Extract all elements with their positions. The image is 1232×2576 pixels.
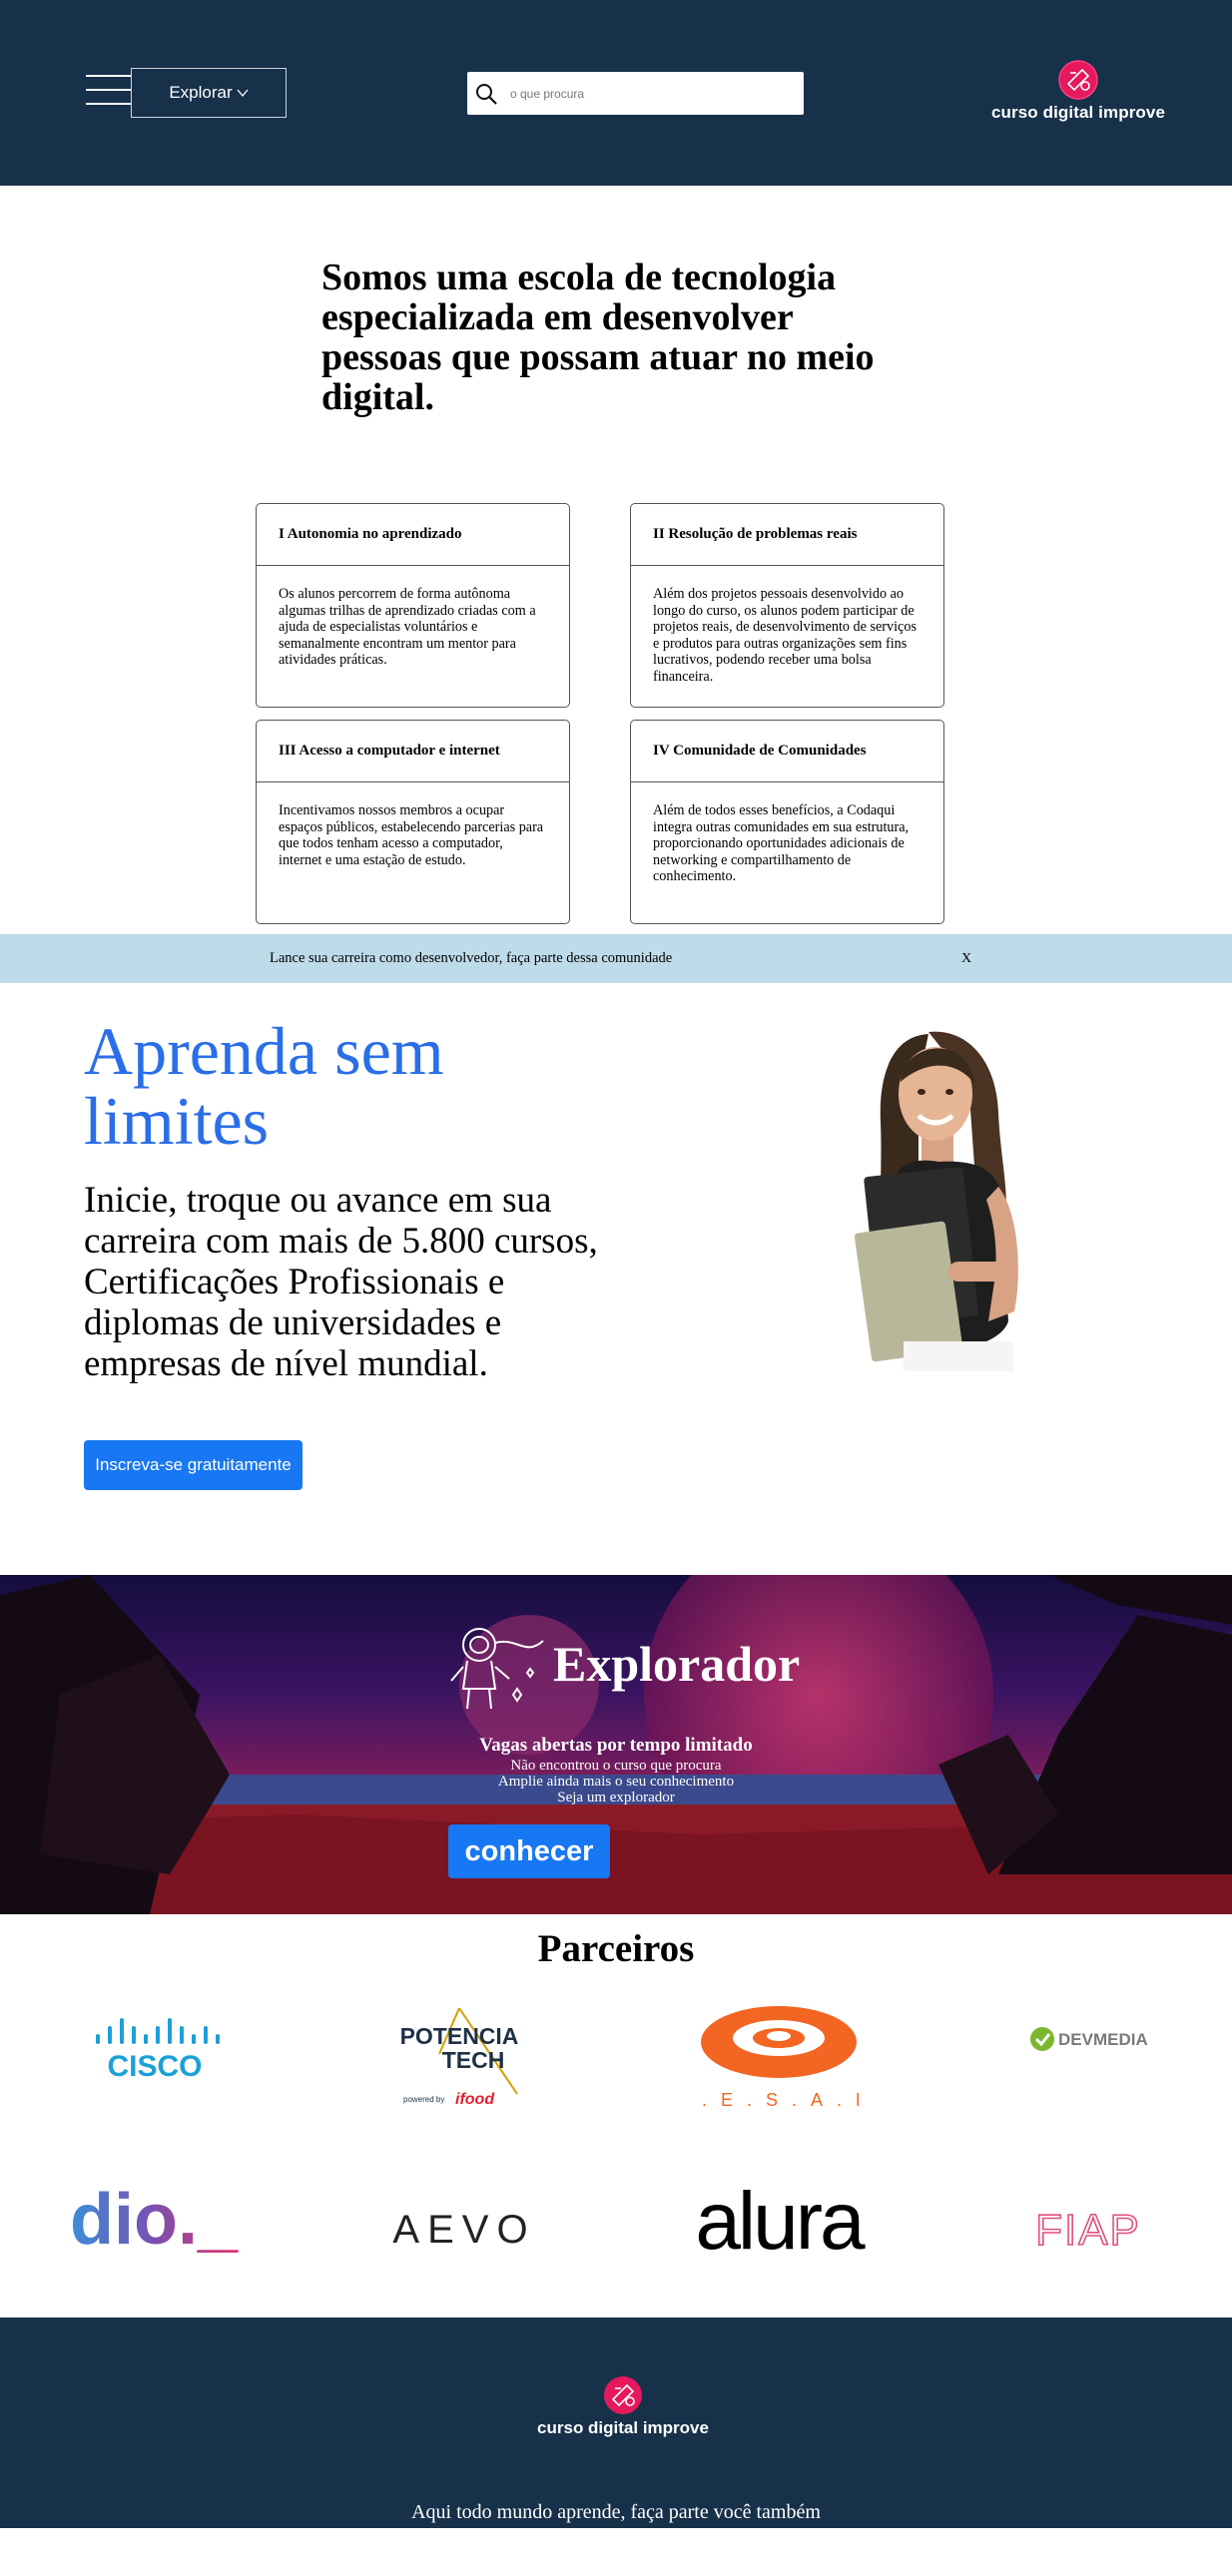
partner-fiap-text: FIAP (1035, 2206, 1141, 2255)
feature-card-acesso: III Acesso a computador e internet Incen… (256, 720, 570, 924)
partner-potencia-brand: ifood (455, 2091, 495, 2108)
cesar-logo-icon: C.E.S.A.R (699, 2006, 859, 2110)
partner-potencia-powered: powered by (403, 2095, 444, 2104)
partner-alura-text: alura (695, 2179, 866, 2267)
feature-card-body: Além dos projetos pessoais desenvolvido … (653, 586, 917, 685)
partner-logo-cesar[interactable]: C.E.S.A.R (699, 1994, 859, 2114)
partner-dio-text: dio._ (70, 2184, 239, 2260)
feature-card-title: III Acesso a computador e internet (257, 721, 569, 782)
explorador-headline: Vagas abertas por tempo limitado (479, 1735, 753, 1756)
explorador-title: Explorador (553, 1636, 801, 1692)
partner-logo-aevo[interactable]: AEVO (384, 2199, 544, 2259)
site-footer: curso digital improve Aqui todo mundo ap… (0, 2318, 1232, 2528)
alura-logo-icon: alura (695, 2179, 869, 2267)
feature-card-body: Incentivamos nossos membros a ocupar esp… (279, 802, 544, 868)
partner-logo-dio[interactable]: dio._ (70, 2184, 245, 2264)
feature-card-resolucao: II Resolução de problemas reais Além dos… (630, 503, 944, 708)
site-header: Explorar curso digital improve (0, 0, 1232, 186)
feature-card-body: Os alunos percorrem de forma autônoma al… (279, 586, 536, 668)
aevo-logo-icon: AEVO (392, 2208, 535, 2252)
feature-card-comunidade: IV Comunidade de Comunidades Além de tod… (630, 720, 944, 924)
partner-logo-alura[interactable]: alura (689, 2179, 869, 2269)
brand-logo[interactable]: curso digital improve (978, 58, 1178, 128)
feature-card-title: II Resolução de problemas reais (631, 504, 943, 566)
potencia-tech-logo-icon: POTENCIA TECH powered by ifood (400, 2007, 519, 2108)
feature-card-autonomia: I Autonomia no aprendizado Os alunos per… (256, 503, 570, 708)
search-icon[interactable] (474, 82, 498, 106)
partner-logo-potencia-tech[interactable]: POTENCIA TECH powered by ifood (399, 2004, 534, 2114)
explorador-section: Explorador Vagas abertas por tempo limit… (0, 1575, 1232, 1914)
partner-aevo-text: AEVO (392, 2208, 535, 2252)
hero-section: Aprenda sem limites Inicie, troque ou av… (0, 934, 1232, 1575)
hamburger-menu-icon[interactable] (86, 73, 132, 107)
search-bar (467, 72, 804, 115)
feature-card-title: I Autonomia no aprendizado (257, 504, 569, 566)
explorar-label: Explorar (169, 83, 233, 102)
intro-section: Somos uma escola de tecnologia especiali… (0, 186, 1232, 934)
fiap-logo-icon: FIAP (1034, 2205, 1141, 2256)
student-photo (854, 1031, 1018, 1371)
footer-brand-logo[interactable]: curso digital improve (523, 2373, 723, 2438)
brand-logo-icon (1058, 60, 1098, 100)
partner-logo-fiap[interactable]: FIAP (1018, 2199, 1158, 2259)
partner-potencia-line1: POTENCIA (400, 2023, 519, 2049)
brand-logo-icon (604, 2376, 642, 2414)
footer-tagline: Aqui todo mundo aprende, faça parte você… (411, 2501, 821, 2523)
partner-logo-cisco[interactable]: CISCO (88, 2004, 223, 2084)
partner-logo-devmedia[interactable]: DEVMEDIA (1028, 2014, 1148, 2064)
cisco-logo-icon: CISCO (96, 2018, 220, 2083)
search-input[interactable] (510, 86, 790, 101)
partner-cesar-text: C.E.S.A.R (699, 2090, 859, 2110)
footer-brand-name: curso digital improve (537, 2418, 709, 2437)
explorar-dropdown-button[interactable]: Explorar (131, 68, 287, 118)
astronaut-icon (450, 1628, 544, 1710)
partners-section: Parceiros CISCO POTENCIA TECH powered by… (0, 1914, 1232, 2318)
partner-cisco-text: CISCO (107, 2050, 202, 2083)
hero-title: Aprenda sem limites (84, 1013, 444, 1159)
explorador-line: Seja um explorador (557, 1790, 675, 1805)
explorador-line: Amplie ainda mais o seu conhecimento (497, 1774, 735, 1790)
partner-potencia-line2: TECH (442, 2047, 505, 2073)
explorador-line: Não encontrou o curso que procura (510, 1758, 722, 1774)
chevron-down-icon (237, 89, 249, 98)
hero-subtitle: Inicie, troque ou avance em sua carreira… (84, 1180, 598, 1384)
partner-devmedia-text: DEVMEDIA (1058, 2030, 1148, 2049)
intro-heading: Somos uma escola de tecnologia especiali… (321, 257, 875, 418)
signup-free-button[interactable]: Inscreva-se gratuitamente (84, 1440, 303, 1490)
feature-card-title: IV Comunidade de Comunidades (631, 721, 943, 782)
partners-title: Parceiros (537, 1927, 695, 1970)
dio-logo-icon: dio._ (70, 2184, 239, 2260)
devmedia-logo-icon: DEVMEDIA (1030, 2027, 1148, 2051)
conhecer-button[interactable]: conhecer (448, 1824, 610, 1878)
brand-name: curso digital improve (990, 103, 1166, 122)
feature-card-body: Além de todos esses benefícios, a Codaqu… (653, 802, 910, 884)
